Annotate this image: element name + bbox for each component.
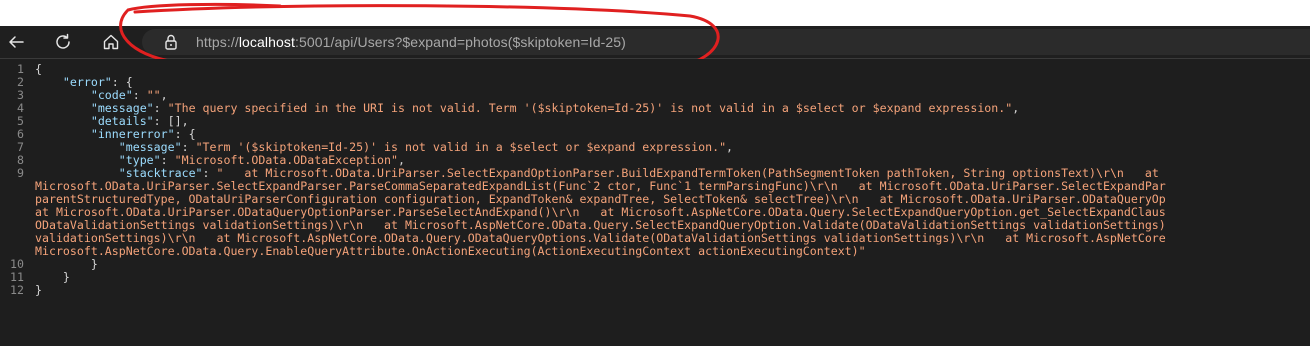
code-line: 10 } — [0, 258, 1166, 271]
window-top-strip — [0, 0, 1310, 26]
browser-toolbar: https://localhost:5001/api/Users?$expand… — [0, 26, 1310, 59]
json-punct: { — [35, 62, 42, 76]
code-line: 2 "error": { — [0, 76, 1166, 89]
json-string: parentStructuredType, ODataUriParserConf… — [35, 192, 1166, 206]
json-punct: : — [153, 101, 168, 115]
code-line: Microsoft.AspNetCore.OData.Query.EnableQ… — [0, 245, 1166, 258]
json-punct: , — [1012, 101, 1020, 115]
json-punct: : — [160, 153, 175, 167]
json-punct — [35, 75, 63, 89]
refresh-icon — [56, 33, 70, 49]
refresh-button[interactable] — [47, 26, 79, 58]
line-number: 12 — [10, 283, 24, 297]
json-string: "Microsoft.OData.ODataException" — [174, 153, 398, 167]
json-key: "stacktrace" — [118, 166, 203, 180]
json-string: Microsoft.AspNetCore.OData.Query.EnableQ… — [35, 244, 866, 258]
line-number: 9 — [17, 166, 24, 180]
json-string: "Term '($skiptoken=Id-25)' is not valid … — [195, 140, 727, 154]
url-path: :5001/api/Users?$expand=photos($skiptoke… — [294, 34, 626, 50]
json-punct — [35, 101, 91, 115]
json-key: "innererror" — [90, 127, 175, 141]
json-punct — [35, 166, 119, 180]
json-key: "details" — [90, 114, 154, 128]
home-button[interactable] — [95, 26, 127, 58]
json-string: "" — [146, 88, 161, 102]
json-key: "type" — [118, 153, 161, 167]
json-code: 1{2 "error": {3 "code": "", 4 "message": … — [0, 63, 1166, 297]
json-punct: } — [35, 283, 42, 297]
json-string: Microsoft.OData.UriParser.SelectExpandPa… — [35, 179, 1166, 193]
json-punct — [35, 153, 119, 167]
address-bar[interactable]: https://localhost:5001/api/Users?$expand… — [142, 29, 1310, 55]
json-punct: , — [398, 153, 405, 167]
json-punct — [35, 127, 91, 141]
json-string: at Microsoft.OData.UriParser.ODataQueryO… — [35, 205, 1166, 219]
back-button[interactable] — [0, 26, 32, 58]
json-punct: : [], — [153, 114, 189, 128]
json-punct — [35, 140, 119, 154]
json-punct — [35, 88, 91, 102]
json-punct: : — [132, 88, 147, 102]
json-punct: : { — [174, 127, 196, 141]
json-key: "code" — [90, 88, 133, 102]
json-key: "error" — [62, 75, 112, 89]
json-string: " at Microsoft.OData.UriParser.SelectExp… — [216, 166, 1159, 180]
json-punct: , — [160, 88, 168, 102]
url-host: localhost — [238, 34, 295, 50]
json-viewer: 1{2 "error": {3 "code": "", 4 "message": … — [0, 59, 1310, 346]
json-key: "message" — [90, 101, 154, 115]
json-punct: : — [202, 166, 217, 180]
code-line: 11 } — [0, 271, 1166, 284]
home-icon — [103, 34, 119, 50]
json-string: ODataValidationSettings validationSettin… — [35, 218, 1166, 232]
json-string: "The query specified in the URI is not v… — [167, 101, 1013, 115]
json-punct — [35, 114, 91, 128]
code-line: 12} — [0, 284, 1166, 297]
json-punct: : — [181, 140, 196, 154]
code-line: 1{ — [0, 63, 1166, 76]
json-punct: : { — [111, 75, 133, 89]
json-punct: } — [35, 270, 70, 284]
json-key: "message" — [118, 140, 182, 154]
arrow-left-icon — [9, 36, 24, 48]
url-scheme: https:// — [196, 34, 239, 50]
json-punct: } — [35, 257, 98, 271]
json-string: validationSettings)\r\n at Microsoft.Asp… — [35, 231, 1166, 245]
url-text[interactable]: https://localhost:5001/api/Users?$expand… — [196, 34, 626, 50]
lock-icon[interactable] — [162, 33, 180, 51]
json-punct: , — [726, 140, 734, 154]
